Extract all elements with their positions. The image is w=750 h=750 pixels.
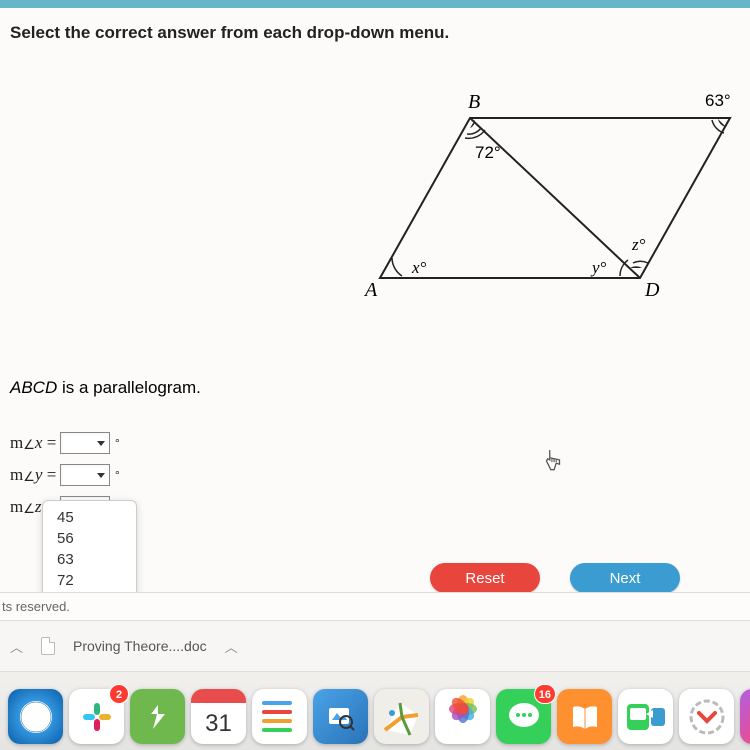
vertex-b-label: B	[468, 91, 480, 113]
angle-z-label: z°	[631, 235, 646, 254]
degree-symbol: °	[115, 436, 120, 450]
angle-63-label: 63°	[705, 91, 731, 110]
copyright-bar: ts reserved.	[0, 592, 750, 620]
pointer-cursor-icon	[540, 448, 566, 480]
facetime-icon[interactable]	[618, 689, 673, 744]
safari-icon[interactable]	[8, 689, 63, 744]
messages-icon[interactable]: 16	[496, 689, 551, 744]
dropdown-menu-open[interactable]: 45 56 63 72	[42, 500, 137, 598]
dropdown-y[interactable]	[60, 464, 110, 486]
chrome-downloads-bar: ︿ Proving Theore....doc ︿	[0, 620, 750, 672]
chevron-up-icon[interactable]: ︿	[225, 637, 238, 656]
vertex-a-label: A	[363, 279, 378, 301]
reminders-icon[interactable]	[252, 689, 307, 744]
dropdown-option[interactable]: 56	[43, 528, 136, 549]
dropdown-option[interactable]: 63	[43, 549, 136, 570]
ibooks-icon[interactable]	[557, 689, 612, 744]
parallelogram-diagram: B A D 72° 63° x° y° z°	[330, 78, 740, 328]
downloaded-file[interactable]: Proving Theore....doc	[73, 638, 207, 654]
action-buttons: Reset Next	[430, 563, 680, 593]
answer-row-y: m∠y = °	[10, 460, 120, 490]
reset-button[interactable]: Reset	[430, 563, 540, 593]
next-button[interactable]: Next	[570, 563, 680, 593]
answer-row-x: m∠x = °	[10, 428, 120, 458]
maps-icon[interactable]	[374, 689, 429, 744]
angle-x-label: x°	[411, 258, 427, 277]
chevron-up-icon[interactable]: ︿	[10, 637, 23, 656]
window-top-accent	[0, 0, 750, 8]
statement-suffix: is a parallelogram.	[57, 378, 201, 397]
app-icon[interactable]	[679, 689, 734, 744]
abcd-text: ABCD	[10, 378, 57, 397]
angle-y-prompt: m∠y =	[10, 465, 60, 485]
instruction-text: Select the correct answer from each drop…	[10, 23, 740, 43]
calendar-day: 31	[205, 710, 232, 738]
angle-x-prompt: m∠x =	[10, 433, 60, 453]
given-statement: ABCD is a parallelogram.	[10, 378, 201, 398]
itunes-icon[interactable]	[740, 689, 750, 744]
vertex-d-label: D	[644, 279, 660, 301]
reserved-text: ts reserved.	[2, 599, 70, 614]
dropdown-x[interactable]	[60, 432, 110, 454]
file-icon	[41, 637, 55, 655]
angle-72-label: 72°	[475, 143, 501, 162]
degree-symbol: °	[115, 468, 120, 482]
angle-y-label: y°	[590, 258, 607, 277]
dropdown-option[interactable]: 45	[43, 507, 136, 528]
notification-badge: 16	[534, 684, 556, 704]
notification-badge: 2	[109, 684, 129, 704]
preview-icon[interactable]	[313, 689, 368, 744]
macos-dock: 2 31 16	[0, 680, 750, 750]
app-icon[interactable]	[130, 689, 185, 744]
calendar-icon[interactable]: 31	[191, 689, 246, 744]
dropdown-option[interactable]: 72	[43, 570, 136, 591]
photos-icon[interactable]	[435, 689, 490, 744]
app-icon[interactable]: 2	[69, 689, 124, 744]
